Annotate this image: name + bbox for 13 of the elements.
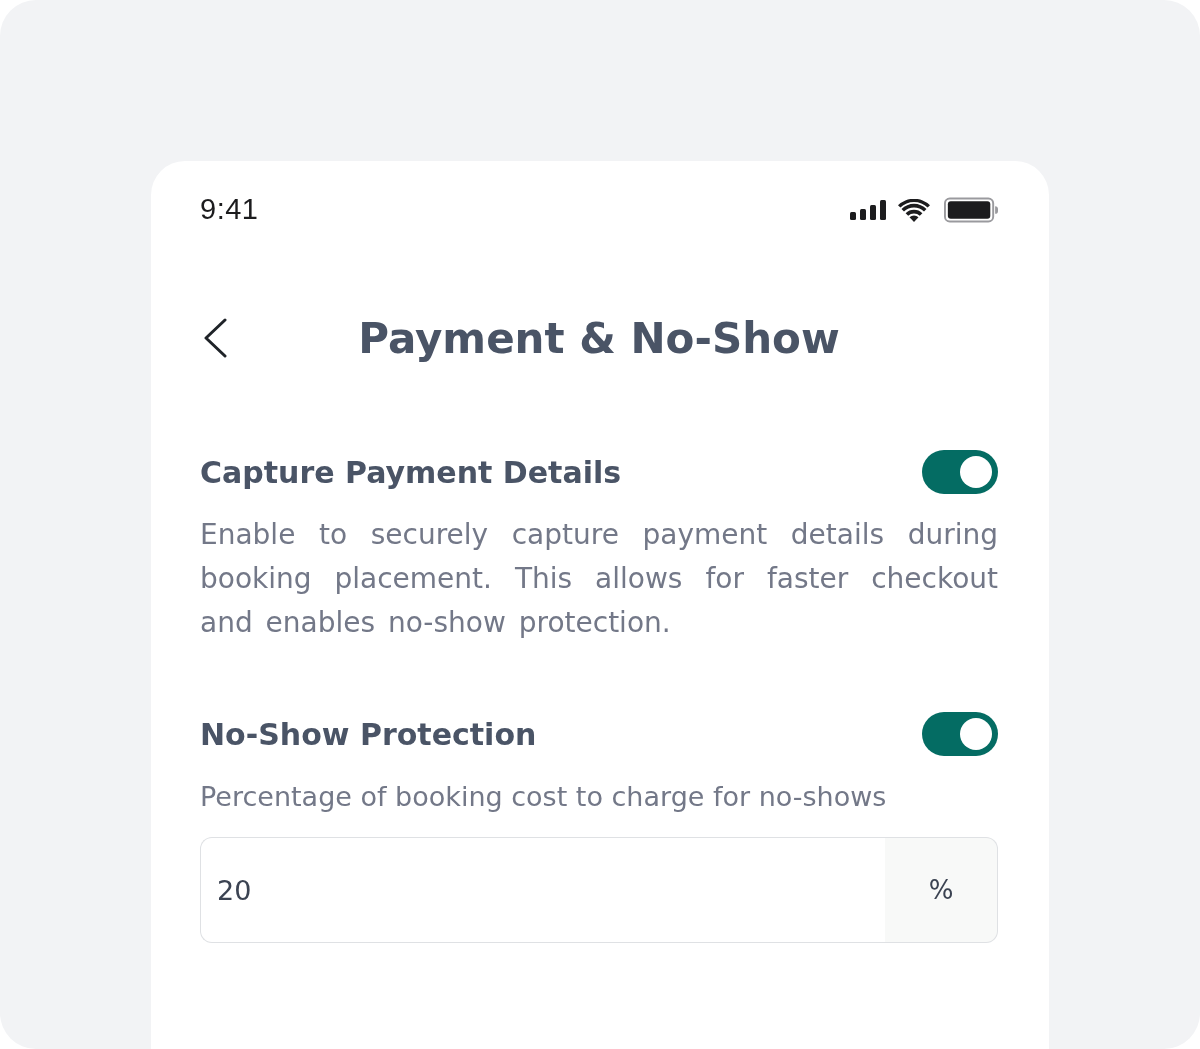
toggle-switch[interactable] [922, 712, 998, 756]
status-time: 9:41 [200, 192, 259, 226]
setting-title: Capture Payment Details [200, 454, 622, 490]
back-button[interactable] [203, 318, 227, 358]
setting-description: Enable to securely capture payment details during booking placement. This allows for faster checkout and enables no-show protection. [200, 517, 998, 641]
screen-title: Payment & No-Show [358, 313, 840, 363]
back-icon [203, 318, 227, 358]
toggle-switch[interactable] [922, 450, 998, 494]
setting-title: No-Show Protection [200, 716, 537, 752]
setting-description: Percentage of booking cost to charge for no-shows [200, 780, 888, 814]
wifi-icon [898, 198, 930, 222]
battery-icon [944, 197, 998, 223]
signal-icon [850, 200, 888, 220]
